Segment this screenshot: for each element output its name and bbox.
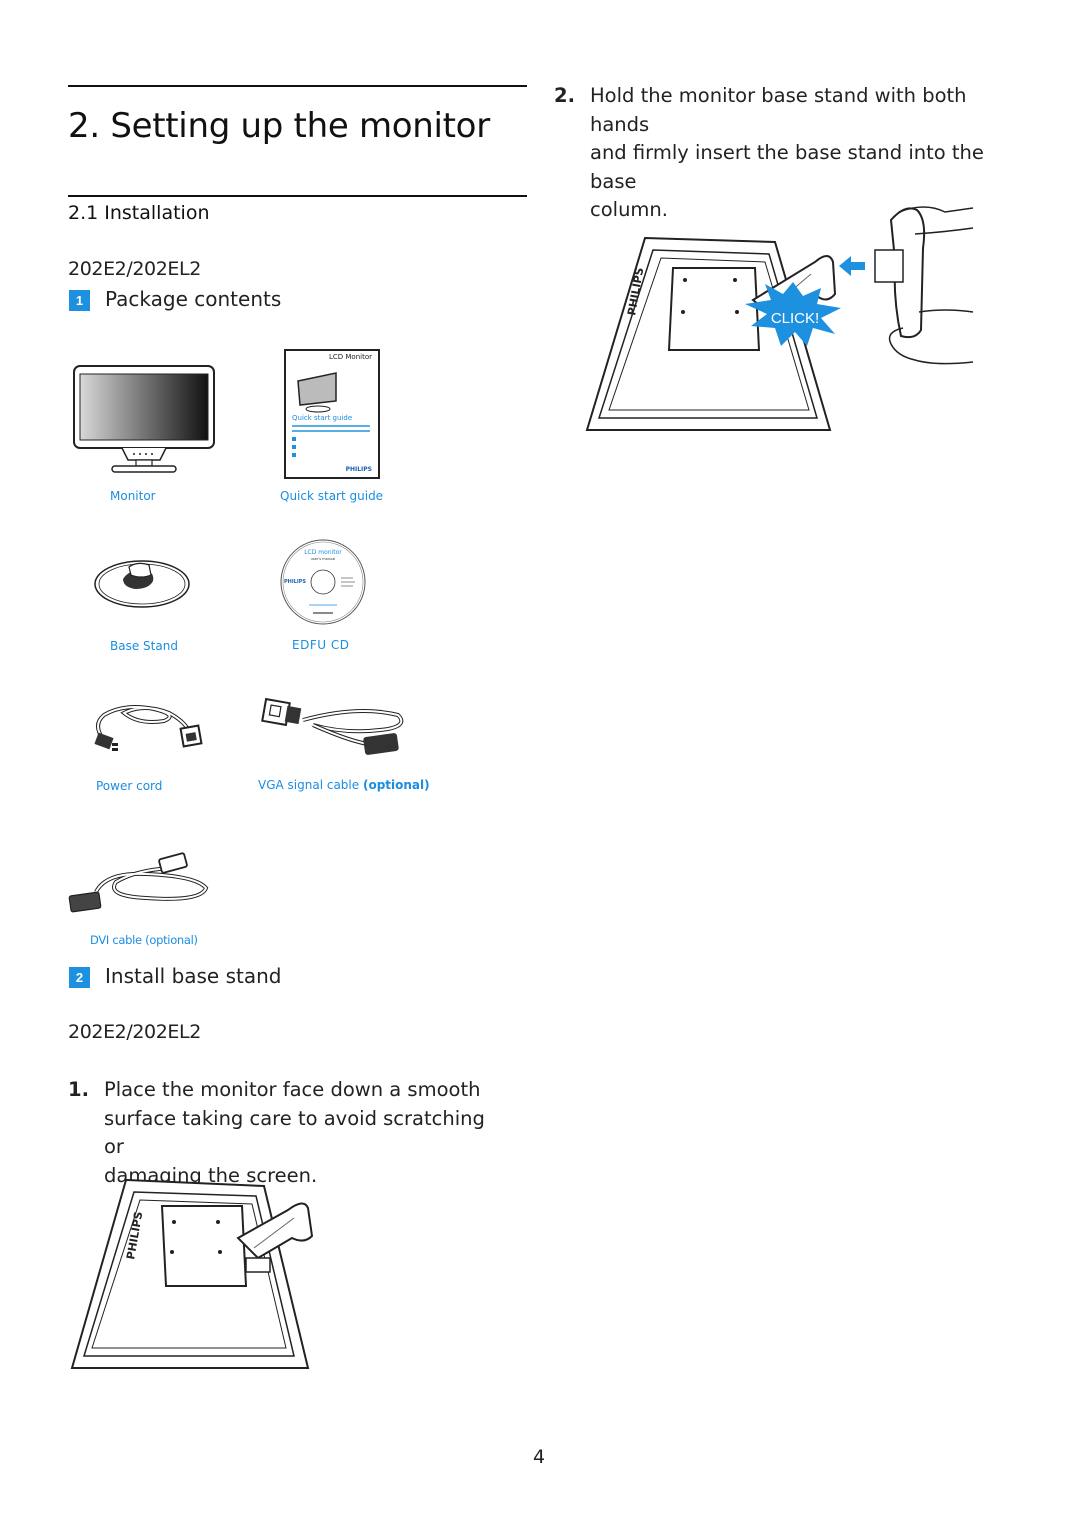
instruction-2-line-2: and firmly insert the base stand into th…	[590, 141, 984, 193]
cd-subtitle: user's manual	[311, 557, 336, 561]
instruction-1: 1. Place the monitor face down a smooth …	[68, 1076, 508, 1187]
guide-cover-title: LCD Monitor	[328, 353, 372, 361]
instruction-2-number: 2.	[554, 84, 575, 107]
quick-start-guide-illustration: LCD Monitor Quick start guide PHILIPS	[284, 349, 380, 479]
install-model: 202E2/202EL2	[68, 1021, 201, 1043]
chapter-title: 2. Setting up the monitor	[68, 106, 490, 146]
instruction-1-line-1: Place the monitor face down a smooth	[104, 1078, 481, 1101]
insert-arrow	[839, 256, 865, 276]
cd-illustration: LCD monitor user's manual PHILIPS	[280, 539, 366, 625]
caption-base-stand: Base Stand	[110, 639, 178, 653]
section-rule	[68, 195, 527, 197]
power-cord-illustration	[94, 705, 203, 751]
install-base-stand-title: Install base stand	[105, 964, 282, 988]
vga-cable-optional: (optional)	[362, 778, 430, 792]
insert-base-stand-illustration: PHILIPS CLICK!	[585, 206, 974, 431]
section-title: 2.1 Installation	[68, 202, 210, 224]
caption-power-cord: Power cord	[96, 779, 163, 793]
caption-dvi-cable: DVI cable (optional)	[90, 933, 198, 947]
click-label: CLICK!	[771, 310, 819, 327]
package-contents-title: Package contents	[105, 287, 282, 311]
guide-monitor-image	[297, 372, 337, 413]
vga-cable-illustration	[261, 697, 404, 755]
step-badge-1: 1	[69, 290, 90, 311]
monitor-illustration	[73, 365, 215, 473]
instruction-2-line-1: Hold the monitor base stand with both ha…	[590, 84, 967, 136]
cd-brand: PHILIPS	[284, 579, 306, 585]
instruction-2: 2. Hold the monitor base stand with both…	[554, 82, 1024, 221]
caption-quick-start-guide: Quick start guide	[280, 489, 384, 503]
page-number: 4	[533, 1446, 546, 1468]
dvi-cable-illustration	[68, 852, 209, 913]
guide-cover-brand: PHILIPS	[345, 466, 372, 473]
instruction-1-line-2: surface taking care to avoid scratching …	[104, 1106, 485, 1159]
cd-title: LCD monitor	[304, 549, 342, 556]
caption-vga-cable: VGA signal cable (optional)	[258, 778, 430, 792]
instruction-1-number: 1.	[68, 1078, 89, 1101]
step-badge-2: 2	[69, 967, 90, 988]
vga-cable-label: VGA signal cable	[258, 778, 360, 792]
caption-edfu-cd: EDFU CD	[292, 638, 350, 652]
top-rule	[68, 85, 527, 87]
caption-monitor: Monitor	[110, 489, 156, 503]
base-stand-illustration	[94, 560, 190, 608]
monitor-face-down-illustration: PHILIPS	[70, 1178, 314, 1369]
guide-cover-subtitle: Quick start guide	[292, 414, 353, 422]
package-model: 202E2/202EL2	[68, 258, 201, 280]
